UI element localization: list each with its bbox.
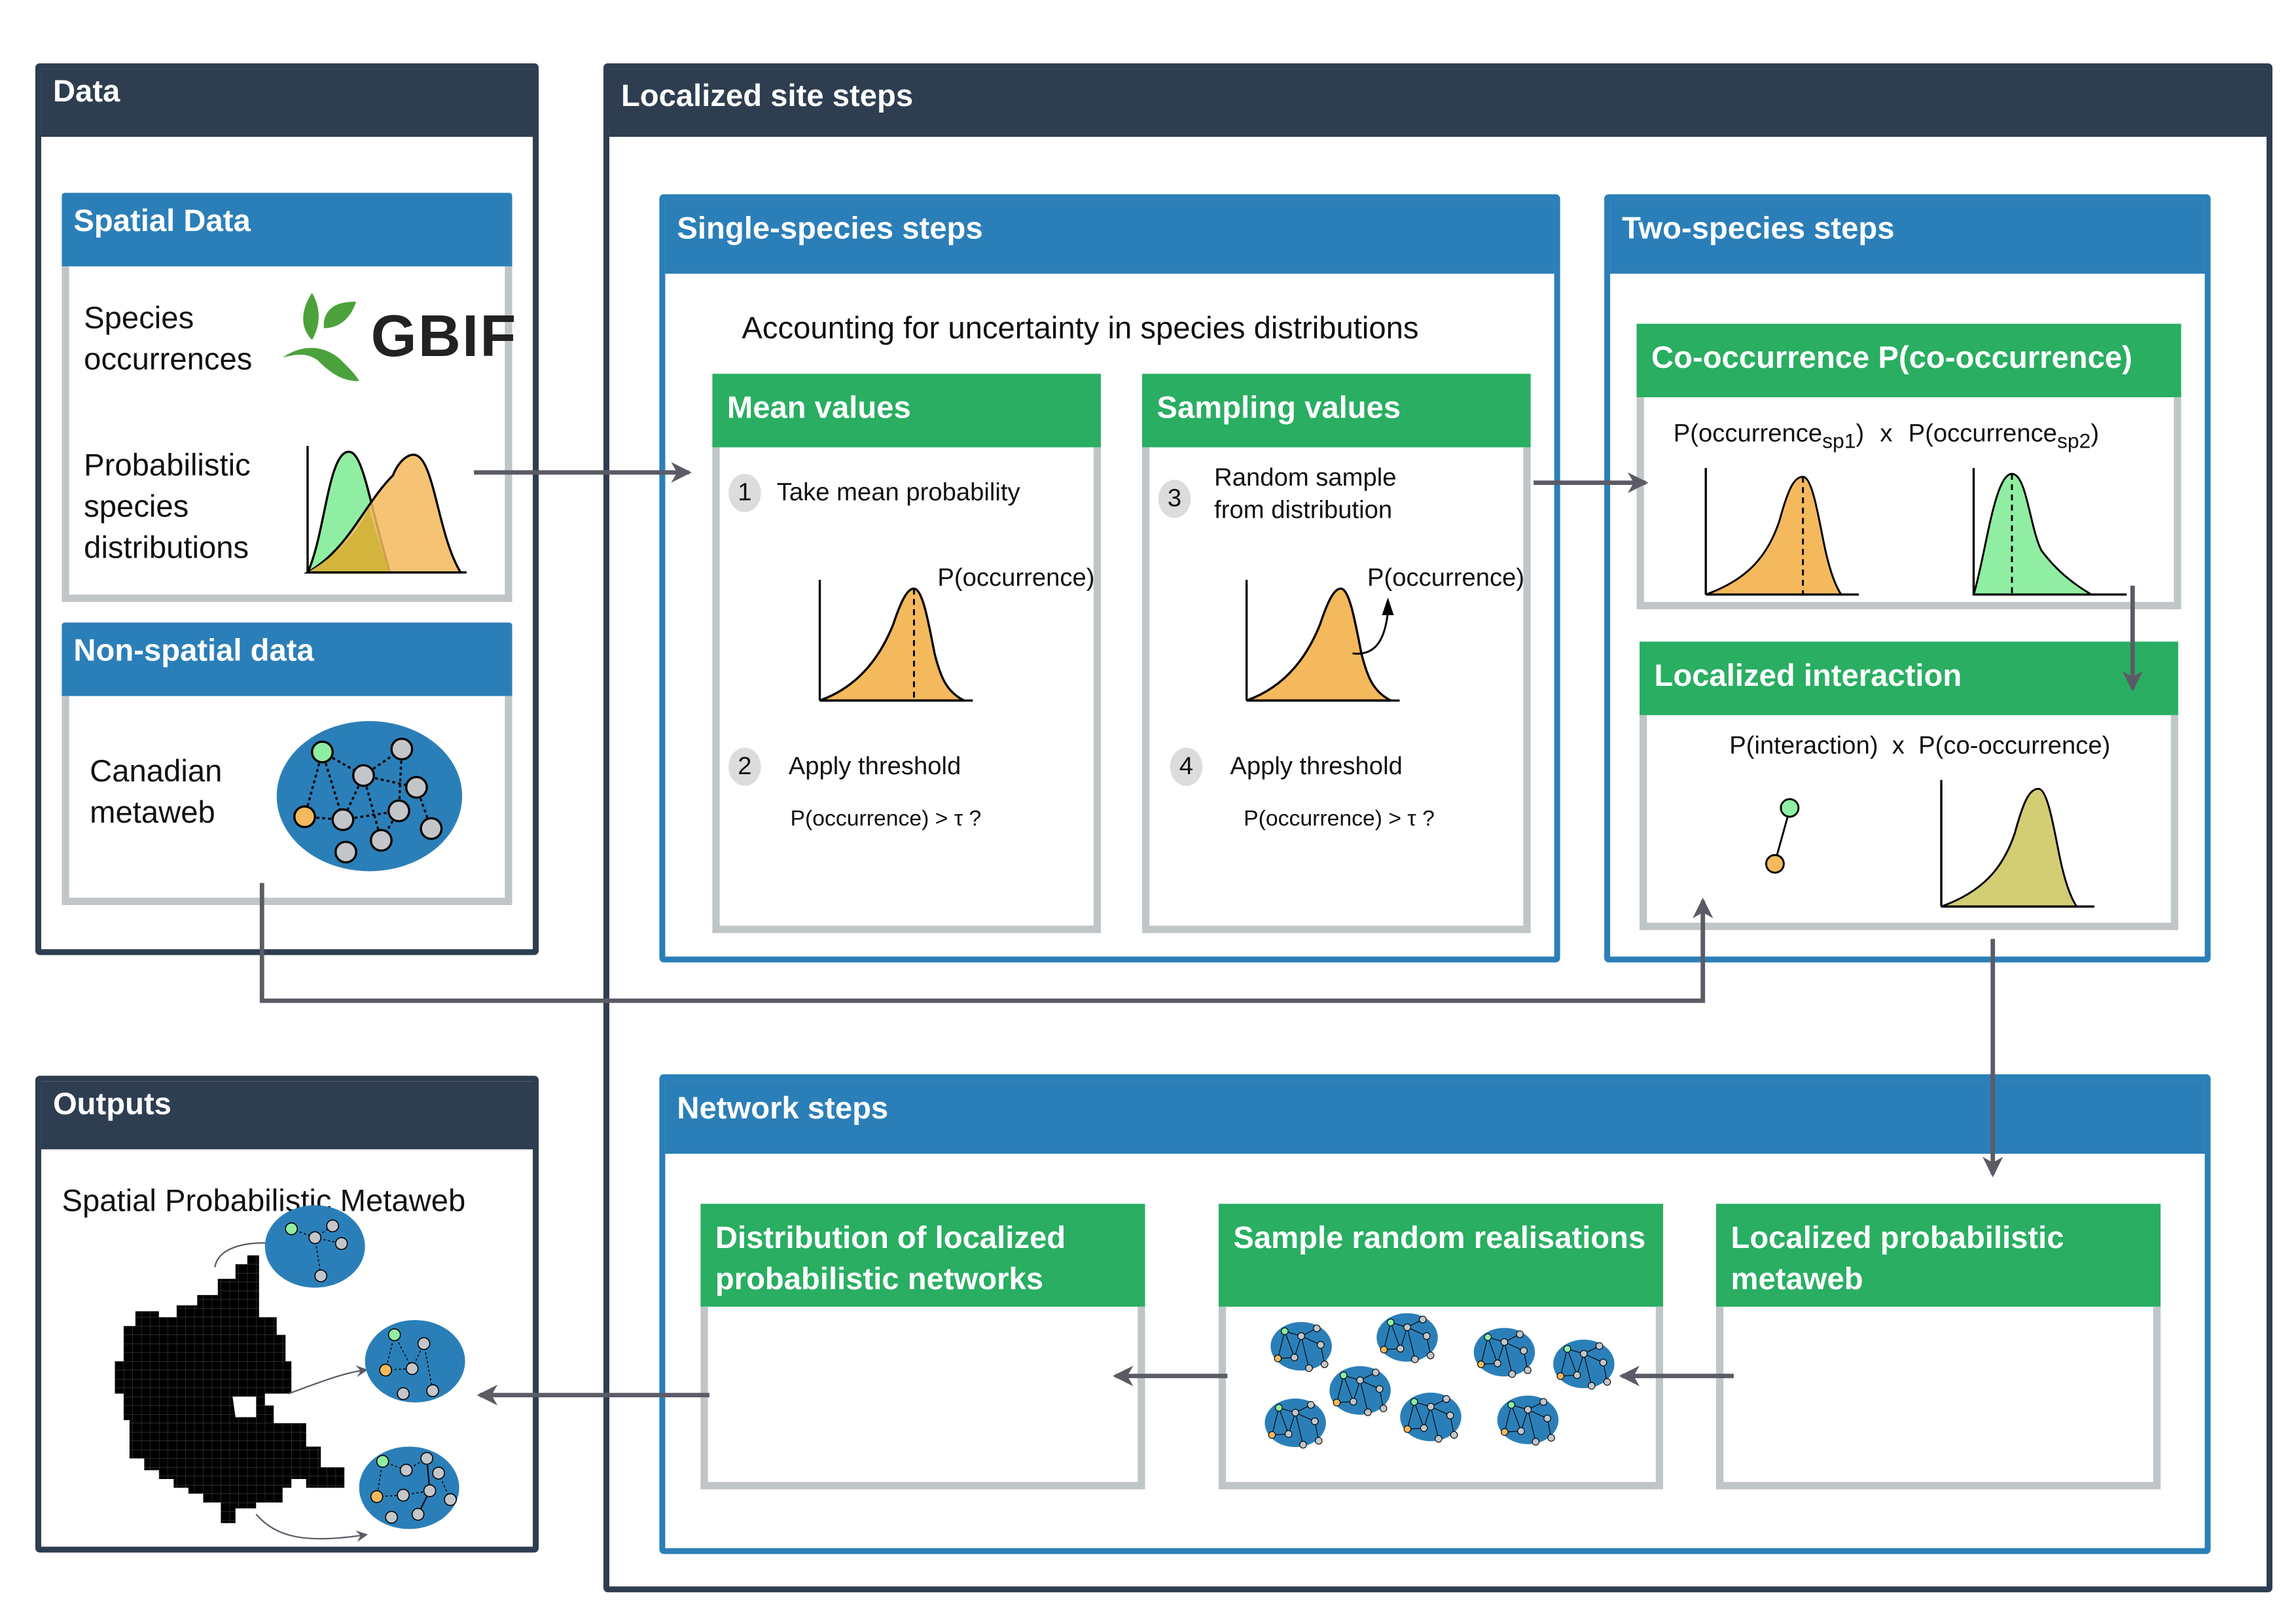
flow-arrows xyxy=(259,462,2144,1406)
workflow-diagram: Data Spatial Data Species occurrences GB… xyxy=(0,0,2296,1623)
arrow-metaweb-to-interaction xyxy=(259,883,1713,1003)
